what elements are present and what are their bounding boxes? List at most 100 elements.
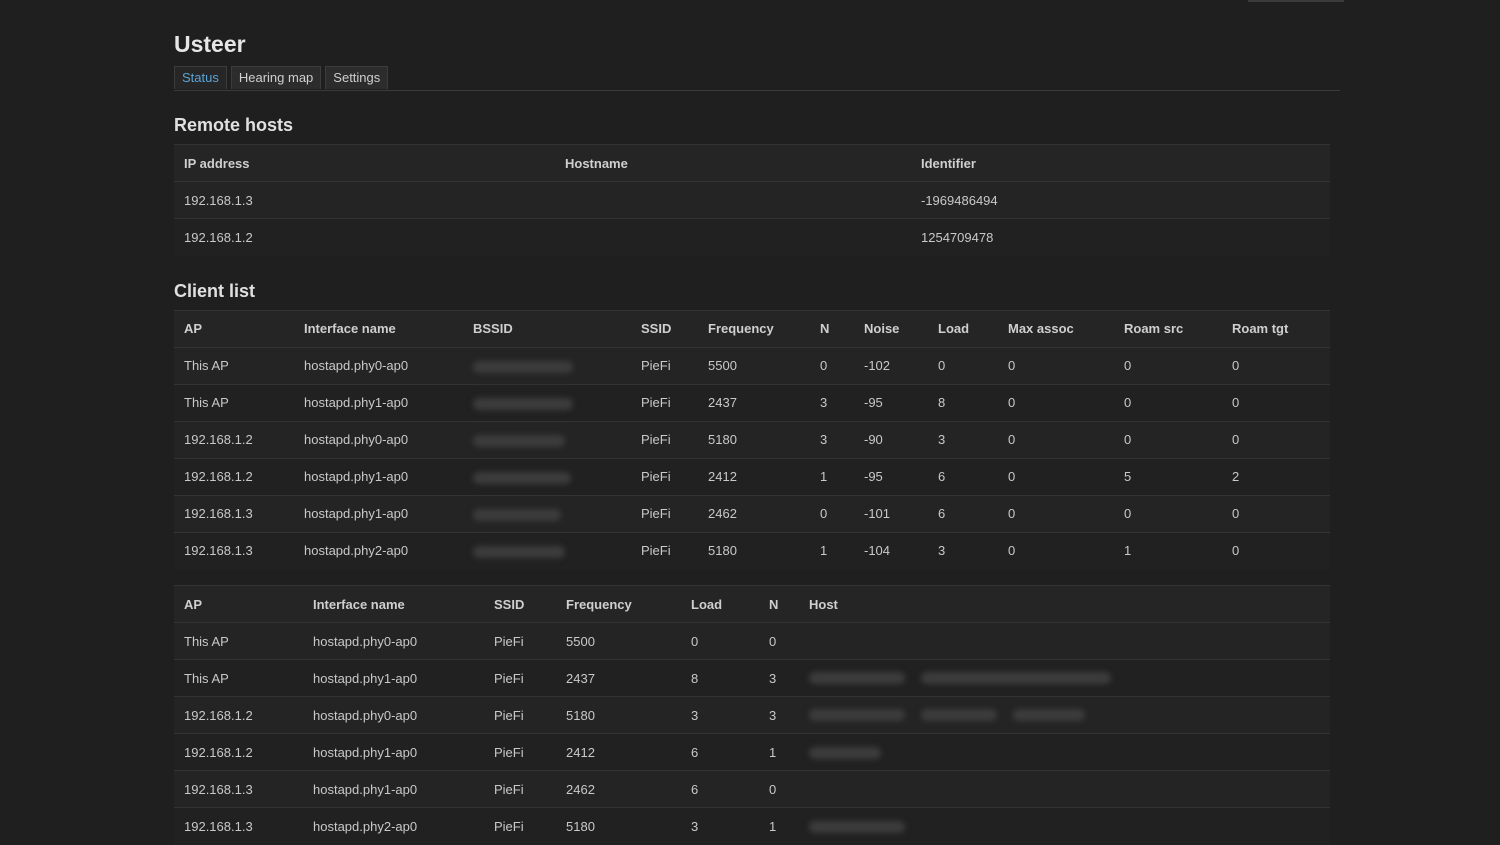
cell-load: 3 [928,531,998,569]
tab-settings[interactable]: Settings [325,66,389,89]
cell-ap: 192.168.1.2 [174,420,294,458]
cell-load: 0 [681,622,759,660]
cell-ssid: PieFi [484,696,556,734]
remote-hosts-heading: Remote hosts [174,115,294,135]
cell-roam-tgt: 0 [1222,531,1330,569]
col-hostname: Hostname [555,144,911,182]
cell-max-assoc: 0 [998,494,1114,532]
cell-interface: hostapd.phy2-ap0 [294,531,463,569]
table-row: This AP hostapd.phy1-ap0 PieFi 2437 8 3 [174,659,1330,697]
table-header-row: AP Interface name BSSID SSID Frequency N… [174,309,1330,347]
cell-frequency: 2437 [698,383,810,421]
cell-frequency: 2412 [556,733,681,771]
col-identifier: Identifier [911,144,1330,182]
cell-roam-src: 0 [1114,494,1222,532]
cell-roam-src: 0 [1114,383,1222,421]
cell-roam-src: 5 [1114,457,1222,495]
table-row: 192.168.1.2 hostapd.phy0-ap0 PieFi 5180 … [174,696,1330,734]
cell-ssid: PieFi [631,420,698,458]
cell-frequency: 5180 [698,420,810,458]
table-row: 192.168.1.2 hostapd.phy0-ap0 PieFi 5180 … [174,420,1330,458]
cell-ip: 192.168.1.2 [174,218,555,256]
cell-host-redacted [799,696,1330,734]
cell-ssid: PieFi [631,531,698,569]
table-row: 192.168.1.3 hostapd.phy2-ap0 PieFi 5180 … [174,531,1330,569]
cell-frequency: 5500 [556,622,681,660]
cell-ssid: PieFi [631,494,698,532]
page-content: Usteer Status Hearing map Settings Remot… [174,30,1340,845]
cell-interface: hostapd.phy0-ap0 [303,622,484,660]
cell-n: 0 [759,770,799,808]
cell-ap: 192.168.1.3 [174,807,303,845]
cell-roam-src: 1 [1114,531,1222,569]
cell-identifier: -1969486494 [911,181,1330,219]
table-row: This AP hostapd.phy1-ap0 PieFi 2437 3 -9… [174,383,1330,421]
remote-hosts-table: IP address Hostname Identifier 192.168.1… [174,144,1330,256]
cell-ap: 192.168.1.2 [174,733,303,771]
table-row: This AP hostapd.phy0-ap0 PieFi 5500 0 0 [174,622,1330,660]
cell-n: 3 [810,420,854,458]
cell-ap: This AP [174,659,303,697]
cell-interface: hostapd.phy0-ap0 [294,346,463,384]
cell-noise: -102 [854,346,928,384]
cell-ap: 192.168.1.3 [174,531,294,569]
cell-n: 0 [810,494,854,532]
cell-load: 0 [928,346,998,384]
cell-noise: -104 [854,531,928,569]
cell-ssid: PieFi [484,807,556,845]
cell-interface: hostapd.phy0-ap0 [303,696,484,734]
cell-interface: hostapd.phy1-ap0 [303,733,484,771]
cell-load: 6 [928,457,998,495]
cell-ssid: PieFi [631,346,698,384]
cell-n: 3 [759,696,799,734]
cell-bssid-redacted [463,346,631,384]
cell-ssid: PieFi [484,622,556,660]
col-load: Load [681,585,759,623]
col-roam-src: Roam src [1114,309,1222,347]
top-edge-line [1248,0,1344,2]
cell-frequency: 2437 [556,659,681,697]
table-row: 192.168.1.3 hostapd.phy1-ap0 PieFi 2462 … [174,494,1330,532]
col-n: N [810,309,854,347]
col-frequency: Frequency [698,309,810,347]
cell-hostname [555,218,911,256]
cell-interface: hostapd.phy0-ap0 [294,420,463,458]
tab-status[interactable]: Status [174,66,227,89]
cell-host-redacted [799,733,1330,771]
cell-n: 1 [759,807,799,845]
table-row: This AP hostapd.phy0-ap0 PieFi 5500 0 -1… [174,346,1330,384]
col-ip-address: IP address [174,144,555,182]
cell-frequency: 2462 [556,770,681,808]
col-frequency: Frequency [556,585,681,623]
cell-load: 6 [681,770,759,808]
col-n: N [759,585,799,623]
tab-hearing-map[interactable]: Hearing map [230,66,322,89]
col-roam-tgt: Roam tgt [1222,309,1330,347]
cell-n: 3 [810,383,854,421]
col-bssid: BSSID [463,309,631,347]
cell-roam-src: 0 [1114,420,1222,458]
cell-n: 1 [759,733,799,771]
cell-n: 0 [759,622,799,660]
cell-host-redacted [799,807,1330,845]
cell-frequency: 5180 [556,807,681,845]
table-header-row: IP address Hostname Identifier [174,144,1330,182]
cell-ip: 192.168.1.3 [174,181,555,219]
cell-load: 8 [928,383,998,421]
cell-n: 1 [810,531,854,569]
cell-n: 3 [759,659,799,697]
table-row: 192.168.1.2 1254709478 [174,218,1330,256]
cell-interface: hostapd.phy2-ap0 [303,807,484,845]
cell-frequency: 2462 [698,494,810,532]
cell-roam-tgt: 0 [1222,494,1330,532]
cell-bssid-redacted [463,457,631,495]
cell-roam-tgt: 0 [1222,420,1330,458]
table-row: 192.168.1.2 hostapd.phy1-ap0 PieFi 2412 … [174,733,1330,771]
cell-load: 8 [681,659,759,697]
cell-bssid-redacted [463,420,631,458]
col-ssid: SSID [484,585,556,623]
cell-ssid: PieFi [484,733,556,771]
col-interface-name: Interface name [303,585,484,623]
cell-noise: -90 [854,420,928,458]
cell-load: 6 [928,494,998,532]
